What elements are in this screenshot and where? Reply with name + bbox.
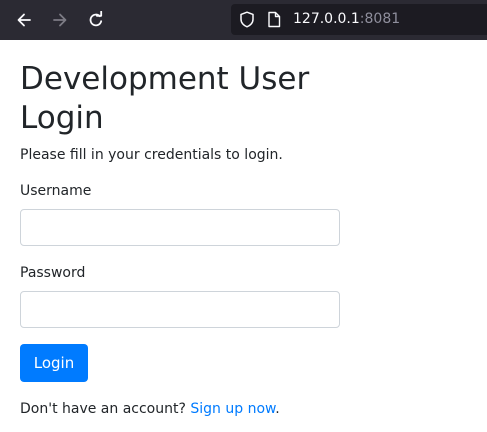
- username-label: Username: [20, 183, 92, 199]
- signup-suffix: .: [275, 401, 280, 417]
- intro-text: Please fill in your credentials to login…: [20, 147, 283, 163]
- signup-link[interactable]: Sign up now: [190, 401, 275, 417]
- back-button[interactable]: [10, 6, 38, 34]
- shield-icon[interactable]: [239, 11, 255, 32]
- arrow-left-icon: [17, 13, 31, 27]
- signup-prompt-text: Don't have an account?: [20, 401, 186, 417]
- arrow-right-icon: [53, 13, 67, 27]
- url-port: :8081: [359, 11, 401, 27]
- signup-prompt: Don't have an account? Sign up now.: [20, 399, 280, 419]
- page-icon[interactable]: [267, 11, 281, 32]
- reload-button[interactable]: [82, 6, 110, 34]
- url-bar[interactable]: 127.0.0.1:8081: [231, 4, 487, 35]
- url-host: 127.0.0.1: [293, 11, 360, 27]
- username-field[interactable]: [20, 209, 340, 246]
- login-button[interactable]: Login: [20, 344, 88, 382]
- password-field[interactable]: [20, 291, 340, 328]
- reload-icon: [89, 11, 103, 27]
- forward-button[interactable]: [46, 6, 74, 34]
- url-text[interactable]: 127.0.0.1:8081: [293, 10, 400, 29]
- password-label: Password: [20, 265, 86, 281]
- page-title: Development User Login: [20, 61, 310, 136]
- browser-toolbar: 127.0.0.1:8081: [0, 0, 487, 40]
